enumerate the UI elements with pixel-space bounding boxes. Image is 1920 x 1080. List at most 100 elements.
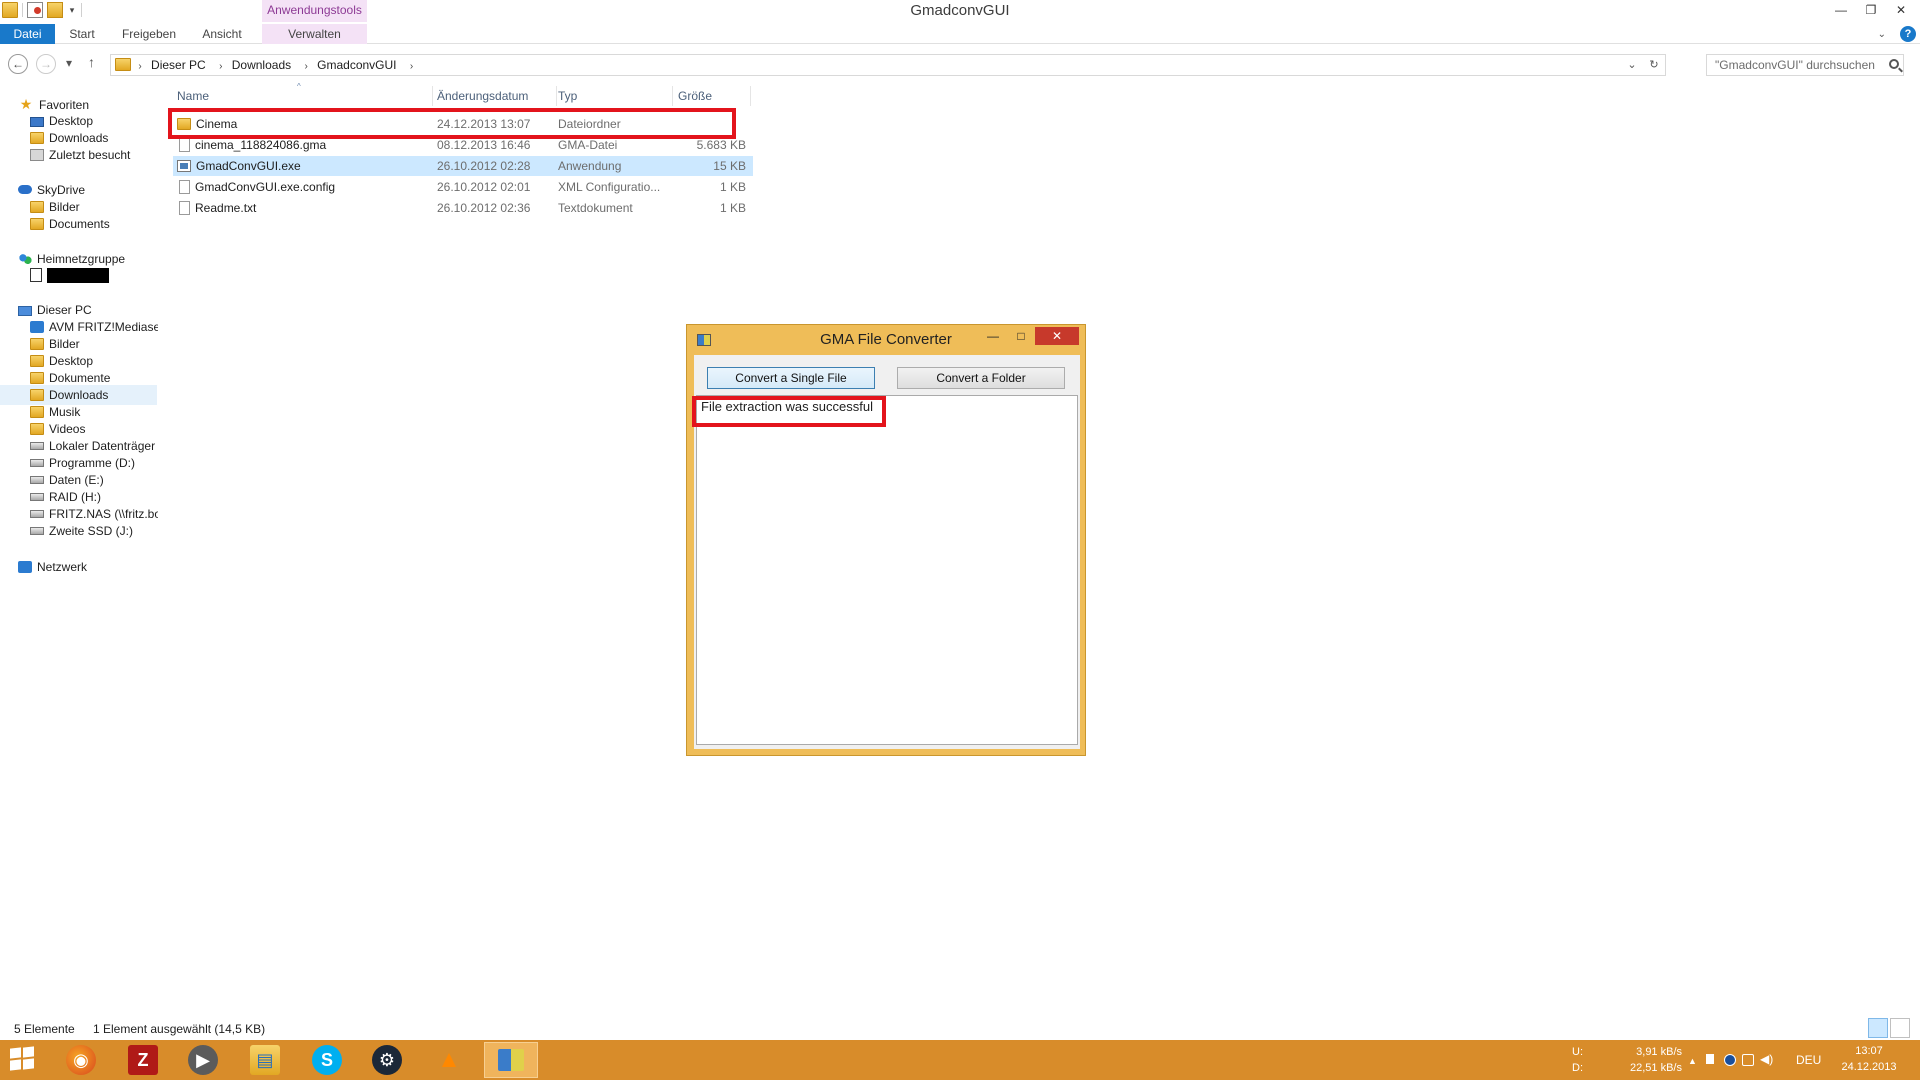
network-icon[interactable] xyxy=(1742,1054,1754,1066)
back-button[interactable]: ← xyxy=(8,54,28,74)
tray-app-icon[interactable] xyxy=(1724,1054,1736,1066)
nav-label: Daten (E:) xyxy=(49,473,104,487)
folder-icon xyxy=(115,58,131,71)
file-row-config[interactable]: GmadConvGUI.exe.config 26.10.2012 02:01 … xyxy=(173,177,753,197)
window-controls: — ❐ ✕ xyxy=(1826,0,1916,20)
breadcrumb-downloads[interactable]: Downloads xyxy=(230,55,297,75)
show-hidden-icons-icon[interactable]: ▲ xyxy=(1688,1056,1700,1068)
address-bar[interactable]: › Dieser PC › Downloads › GmadconvGUI › … xyxy=(110,54,1666,76)
annotation-highlight-cinema xyxy=(168,108,736,139)
column-header-name[interactable]: Name xyxy=(177,84,209,108)
documents-folder-icon xyxy=(30,372,44,384)
file-row-gmadconvgui-exe[interactable]: GmadConvGUI.exe 26.10.2012 02:28 Anwendu… xyxy=(173,156,753,176)
clock-date[interactable]: 24.12.2013 xyxy=(1840,1061,1898,1073)
file-size: 1 KB xyxy=(719,180,746,194)
nav-pc-drive-j[interactable]: Zweite SSD (J:) xyxy=(30,521,133,541)
steam-icon[interactable]: ⚙ xyxy=(360,1042,414,1078)
output-textbox[interactable]: File extraction was successful xyxy=(696,395,1078,745)
tab-ansicht[interactable]: Ansicht xyxy=(196,24,248,44)
file-explorer-icon[interactable]: ▤ xyxy=(238,1042,292,1078)
minimize-button[interactable]: — xyxy=(979,327,1007,345)
column-divider[interactable] xyxy=(672,86,673,106)
breadcrumb-separator: › xyxy=(219,61,223,72)
skype-icon[interactable]: S xyxy=(300,1042,354,1078)
nav-network[interactable]: Netzwerk xyxy=(18,557,87,577)
network-drive-icon xyxy=(30,510,44,518)
file-row-readme[interactable]: Readme.txt 26.10.2012 02:36 Textdokument… xyxy=(173,198,753,218)
help-icon[interactable]: ? xyxy=(1900,26,1916,42)
vlc-glyph: ▲ xyxy=(437,1046,461,1073)
column-divider[interactable] xyxy=(556,86,557,106)
expand-ribbon-icon[interactable]: ⌄ xyxy=(1878,29,1886,40)
system-drive-icon xyxy=(30,442,44,450)
breadcrumb-dieser-pc[interactable]: Dieser PC xyxy=(149,55,212,75)
gma-converter-icon[interactable] xyxy=(484,1042,538,1078)
clock-time[interactable]: 13:07 xyxy=(1840,1045,1898,1057)
navigation-bar: ← → ▾ ↑ › Dieser PC › Downloads › Gmadco… xyxy=(0,50,1920,78)
filezilla-icon[interactable]: Z xyxy=(116,1042,170,1078)
close-button[interactable]: ✕ xyxy=(1035,327,1079,345)
nav-homegroup-user[interactable] xyxy=(30,266,109,286)
address-tail: ⌄ ↻ xyxy=(1621,55,1665,75)
tab-start[interactable]: Start xyxy=(62,24,102,44)
column-header-date[interactable]: Änderungsdatum xyxy=(437,84,528,108)
sort-ascending-icon: ^ xyxy=(297,82,301,91)
file-type: Textdokument xyxy=(558,201,633,215)
nav-label: Dokumente xyxy=(49,371,111,385)
nav-favorites-recent[interactable]: Zuletzt besucht xyxy=(30,145,130,165)
firefox-icon[interactable]: ◉ xyxy=(54,1042,108,1078)
file-explorer-glyph: ▤ xyxy=(250,1045,280,1075)
drive-icon xyxy=(30,493,44,501)
status-bar: 5 Elemente 1 Element ausgewählt (14,5 KB… xyxy=(0,1018,1920,1040)
large-icons-view-icon[interactable] xyxy=(1890,1018,1910,1038)
details-view-icon[interactable] xyxy=(1868,1018,1888,1038)
nav-label: Videos xyxy=(49,422,86,436)
recent-locations-icon[interactable]: ▾ xyxy=(66,56,72,70)
gma-converter-dialog: GMA File Converter — □ ✕ Convert a Singl… xyxy=(686,324,1086,756)
refresh-icon[interactable]: ↻ xyxy=(1643,55,1665,75)
convert-folder-button[interactable]: Convert a Folder xyxy=(897,367,1065,389)
column-header-type[interactable]: Typ xyxy=(558,84,577,108)
close-button[interactable]: ✕ xyxy=(1886,0,1916,20)
music-folder-icon xyxy=(30,406,44,418)
action-center-flag-icon[interactable] xyxy=(1706,1054,1714,1064)
tab-datei[interactable]: Datei xyxy=(0,24,55,44)
user-icon xyxy=(30,268,42,282)
net-download-label: D: xyxy=(1572,1062,1583,1074)
maximize-button[interactable]: □ xyxy=(1007,327,1035,345)
desktop-icon xyxy=(30,117,44,127)
windows-start-icon[interactable] xyxy=(10,1046,36,1072)
up-icon[interactable]: ↑ xyxy=(88,54,95,70)
nav-label: Bilder xyxy=(49,337,80,351)
nav-label: SkyDrive xyxy=(37,183,86,197)
drive-icon xyxy=(30,527,44,535)
search-input[interactable]: "GmadconvGUI" durchsuchen xyxy=(1706,54,1904,76)
breadcrumb-separator: › xyxy=(304,61,308,72)
file-name: Readme.txt xyxy=(195,201,257,215)
nav-label: AVM FRITZ!Mediaserver xyxy=(49,320,158,334)
column-divider[interactable] xyxy=(750,86,751,106)
forward-button[interactable]: → xyxy=(36,54,56,74)
breadcrumb-gmadconvgui[interactable]: GmadconvGUI xyxy=(315,55,402,75)
ribbon-tabs: Datei Start Freigeben Ansicht Verwalten … xyxy=(0,24,1920,44)
skype-glyph: S xyxy=(312,1045,342,1075)
minimize-button[interactable]: — xyxy=(1826,0,1856,20)
restore-button[interactable]: ❐ xyxy=(1856,0,1886,20)
application-icon xyxy=(177,160,191,172)
history-dropdown-icon[interactable]: ⌄ xyxy=(1621,55,1643,75)
videos-folder-icon xyxy=(30,423,44,435)
media-player-icon[interactable]: ▶ xyxy=(176,1042,230,1078)
file-name: GmadConvGUI.exe.config xyxy=(195,180,336,194)
tab-verwalten[interactable]: Verwalten xyxy=(262,24,367,44)
nav-label: Musik xyxy=(49,405,81,419)
column-divider[interactable] xyxy=(432,86,433,106)
column-header-size[interactable]: Größe xyxy=(678,84,712,108)
convert-single-file-button[interactable]: Convert a Single File xyxy=(707,367,875,389)
nav-skydrive-documents[interactable]: Documents xyxy=(30,214,110,234)
volume-icon[interactable]: ◀) xyxy=(1760,1052,1773,1066)
vlc-icon[interactable]: ▲ xyxy=(422,1042,476,1078)
status-item-count: 5 Elemente xyxy=(14,1022,75,1036)
nav-label: Zweite SSD (J:) xyxy=(49,524,134,538)
tab-freigeben[interactable]: Freigeben xyxy=(116,24,182,44)
language-indicator[interactable]: DEU xyxy=(1796,1053,1821,1067)
